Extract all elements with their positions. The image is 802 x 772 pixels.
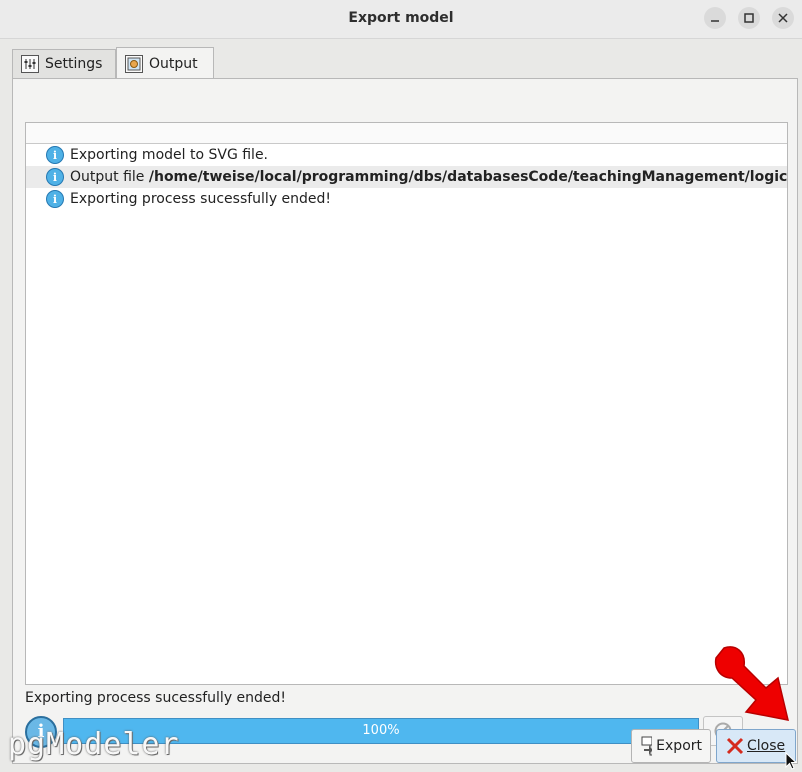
status-message: Exporting process sucessfully ended! — [25, 690, 287, 706]
tab-output-label: Output — [149, 55, 198, 72]
output-log[interactable]: i Exporting model to SVG file. i Output … — [25, 122, 788, 685]
log-entry-text: Output file — [70, 169, 149, 185]
pgmodeler-logo: pgModeler — [8, 727, 180, 762]
info-icon: i — [46, 168, 64, 186]
minimize-button[interactable] — [704, 7, 726, 29]
tab-settings[interactable]: Settings — [12, 49, 116, 78]
maximize-button[interactable] — [738, 7, 760, 29]
info-icon: i — [46, 190, 64, 208]
log-entry[interactable]: i Exporting process sucessfully ended! — [26, 188, 787, 210]
log-header — [26, 123, 787, 144]
window-title: Export model — [348, 10, 454, 26]
title-bar: Export model — [0, 0, 802, 39]
info-icon: i — [46, 146, 64, 164]
close-icon — [778, 13, 788, 23]
output-icon — [125, 54, 143, 73]
output-file-path: /home/tweise/local/programming/dbs/datab… — [148, 169, 788, 185]
settings-icon — [21, 55, 39, 73]
close-icon — [726, 737, 744, 755]
log-entry[interactable]: i Exporting model to SVG file. — [26, 144, 787, 166]
close-button[interactable]: Close — [716, 729, 796, 763]
minimize-icon — [711, 20, 719, 22]
tab-settings-label: Settings — [45, 56, 103, 72]
log-entry[interactable]: i Output file /home/tweise/local/program… — [26, 166, 787, 188]
export-icon — [641, 736, 653, 756]
export-button[interactable]: Export — [631, 729, 711, 763]
output-panel: i Exporting model to SVG file. i Output … — [12, 78, 798, 764]
window-close-button[interactable] — [772, 7, 794, 29]
tab-output[interactable]: Output — [116, 47, 214, 79]
log-entry-text: Exporting model to SVG file. — [70, 147, 269, 163]
maximize-icon — [744, 13, 754, 23]
mouse-cursor-icon — [785, 752, 798, 770]
log-entry-text: Exporting process sucessfully ended! — [70, 191, 332, 207]
close-button-label: Close — [747, 738, 786, 754]
dialog-body: Settings Output i Exporting model to SVG… — [6, 42, 798, 768]
export-button-label: Export — [656, 738, 702, 754]
annotation-arrow-icon — [714, 646, 789, 721]
